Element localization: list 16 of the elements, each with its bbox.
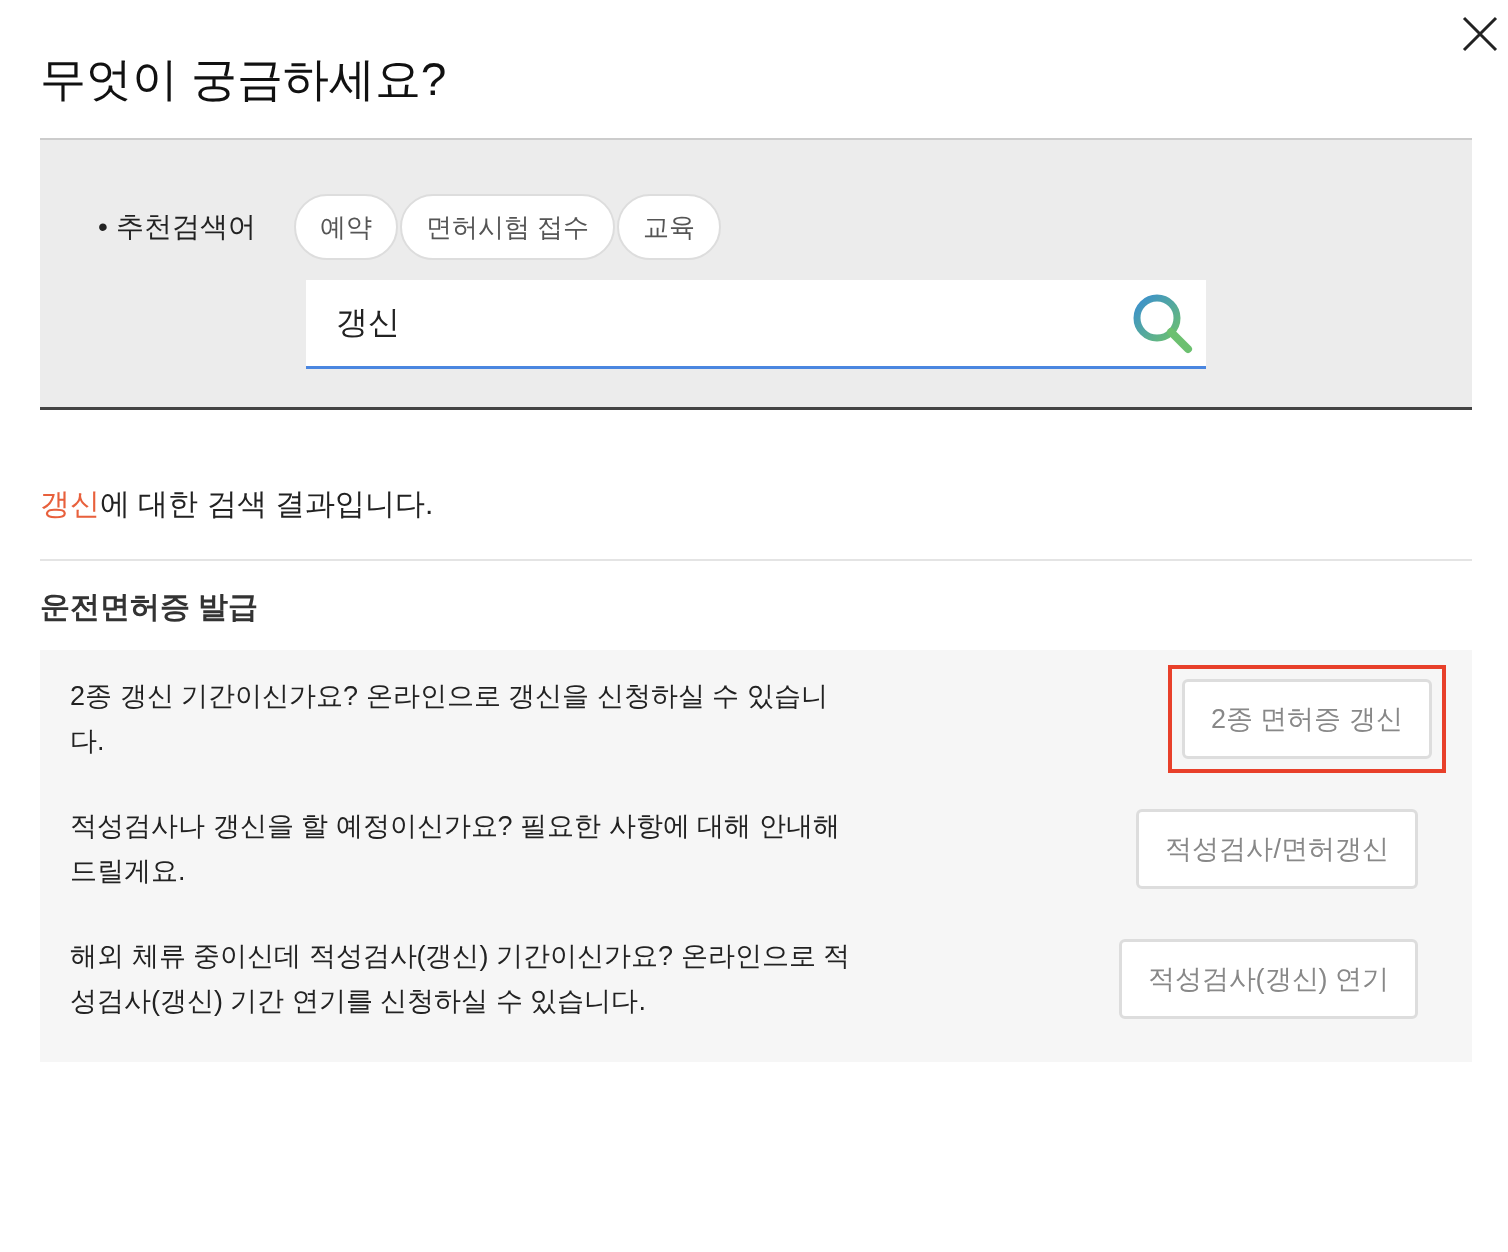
- result-button[interactable]: 적성검사/면허갱신: [1136, 809, 1418, 889]
- section-title: 운전면허증 발급: [40, 589, 260, 625]
- close-button[interactable]: [1460, 14, 1500, 54]
- result-summary: 갱신에 대한 검색 결과입니다.: [40, 410, 1472, 561]
- recommended-label: • 추천검색어: [98, 210, 257, 244]
- result-text: 적성검사나 갱신을 할 예정이신가요? 필요한 사항에 대해 안내해드릴게요.: [70, 810, 841, 888]
- result-text: 2종 갱신 기간이신가요? 온라인으로 갱신을 신청하실 수 있습니다.: [70, 680, 829, 758]
- result-button[interactable]: 2종 면허증 갱신: [1181, 679, 1432, 759]
- close-icon: [1460, 14, 1500, 54]
- search-field[interactable]: 갱신: [306, 280, 1206, 369]
- keyword-chip[interactable]: 예약: [294, 194, 398, 260]
- result-text: 해외 체류 중이신데 적성검사(갱신) 기간이신가요? 온라인으로 적성검사(갱신) 기간 연기를 신청하실 수 있습니다.: [70, 940, 851, 1018]
- result-button[interactable]: 적성검사(갱신) 연기: [1118, 939, 1418, 1019]
- keyword-chip[interactable]: 면허시험 접수: [400, 194, 616, 260]
- keyword-chip[interactable]: 교육: [617, 194, 722, 260]
- dialog-title: 무엇이 궁금하세요?: [40, 52, 448, 107]
